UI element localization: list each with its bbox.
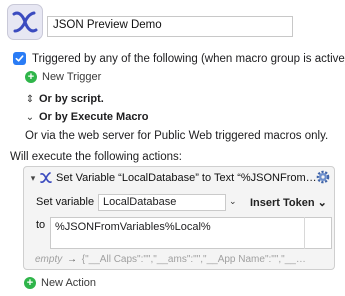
actions-heading-label: Will execute the following actions: (10, 151, 182, 163)
action-x-icon (40, 172, 52, 183)
macro-editor: JSON Preview Demo Triggered by any of th… (0, 0, 345, 296)
result-empty-label: empty (35, 254, 63, 265)
plus-circle-icon: + (24, 277, 36, 289)
new-trigger-label: New Trigger (42, 71, 102, 83)
gear-icon[interactable] (315, 169, 331, 185)
result-preview: empty → {"__All Caps":"","__ams":"","__A… (35, 254, 331, 268)
text-value-field[interactable]: %JSONFromVariables%Local% (50, 217, 332, 249)
by-script-label: Or by script. (39, 93, 104, 105)
plus-circle-icon: + (25, 71, 37, 83)
by-execute-macro-row[interactable]: ⌄ Or by Execute Macro (25, 111, 149, 123)
checkmark-icon[interactable] (13, 52, 26, 65)
action-set-variable[interactable]: ▾ Set Variable “LocalDatabase” to Text “… (23, 166, 335, 270)
to-label: to (36, 219, 46, 231)
disclosure-triangle-icon[interactable]: ▾ (27, 173, 39, 184)
arrow-right-icon: → (67, 254, 78, 265)
macro-name-field[interactable]: JSON Preview Demo (47, 16, 293, 37)
updown-chevron-icon: ⇕ (25, 93, 35, 105)
action-header[interactable]: ▾ Set Variable “LocalDatabase” to Text “… (24, 167, 334, 189)
trigger-enable-label: Triggered by any of the following (when … (32, 52, 345, 65)
result-preview-text: {"__All Caps":"","__ams":"","__App Name"… (81, 254, 306, 265)
action-title: Set Variable “LocalDatabase” to Text “%J… (56, 172, 316, 184)
by-script-row[interactable]: ⇕ Or by script. (25, 93, 104, 105)
insert-token-button[interactable]: Insert Token ⌄ (250, 196, 327, 209)
chevron-down-icon: ⌄ (25, 111, 35, 123)
text-field-side-bar (304, 217, 332, 249)
web-server-text: Or via the web server for Public Web tri… (25, 130, 328, 142)
set-variable-label: Set variable (36, 196, 95, 208)
by-execute-macro-label: Or by Execute Macro (39, 111, 149, 123)
macro-x-icon[interactable] (7, 4, 43, 40)
variable-name-field[interactable]: LocalDatabase (98, 194, 226, 211)
actions-heading: Will execute the following actions: (10, 151, 182, 163)
new-action-label: New Action (41, 277, 97, 289)
new-action-button[interactable]: + New Action (24, 277, 96, 289)
new-trigger-button[interactable]: + New Trigger (25, 71, 101, 83)
trigger-enable-row[interactable]: Triggered by any of the following (when … (13, 52, 345, 65)
variable-dropdown-chevron-icon[interactable]: ⌄ (229, 196, 237, 207)
web-server-label: Or via the web server for Public Web tri… (25, 130, 329, 142)
